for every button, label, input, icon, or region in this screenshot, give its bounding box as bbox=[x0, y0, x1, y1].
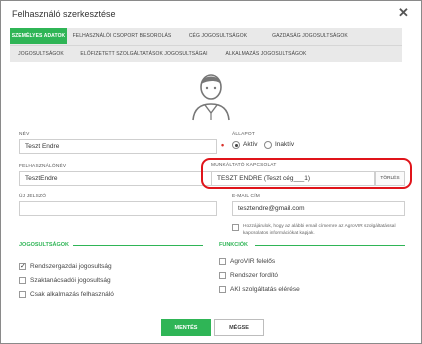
advisor-permission-label: Szaktanácsadói jogosultság bbox=[30, 277, 111, 284]
tab-user-group[interactable]: Felhasználói csoport besorolás bbox=[69, 28, 175, 44]
dialog-title: Felhasználó szerkesztése bbox=[12, 9, 116, 19]
user-avatar-icon bbox=[192, 74, 230, 121]
tab-farm-permissions[interactable]: Gazdaság jogosultságok bbox=[262, 28, 358, 44]
password-label: Új jelszó bbox=[19, 194, 47, 199]
agrovir-responsible-label: AgroVIR felelős bbox=[230, 258, 276, 265]
status-active-radio[interactable] bbox=[232, 141, 240, 149]
cancel-button[interactable]: Mégse bbox=[214, 319, 264, 336]
admin-permission-checkbox[interactable]: ✓ bbox=[19, 263, 26, 270]
system-translator-checkbox[interactable] bbox=[219, 272, 226, 279]
permissions-section-title: Jogosultságok bbox=[19, 242, 70, 248]
tab-personal-data[interactable]: Személyes adatok bbox=[10, 28, 67, 44]
username-label: Felhasználónév bbox=[19, 164, 67, 169]
aki-service-label: AKI szolgáltatás elérése bbox=[230, 286, 300, 293]
status-active-label: Aktív bbox=[243, 141, 258, 148]
email-label: E-mail cím bbox=[232, 194, 260, 199]
app-user-label: Csak alkalmazás felhasználó bbox=[30, 291, 114, 298]
password-field[interactable] bbox=[19, 201, 217, 216]
tab-app-permissions[interactable]: Alkalmazás jogosultságok bbox=[218, 46, 314, 62]
consent-checkbox[interactable] bbox=[232, 224, 239, 231]
close-icon[interactable]: ✕ bbox=[398, 6, 409, 19]
consent-text: Hozzájárulok, hogy az alábbi email címem… bbox=[243, 224, 396, 236]
username-field[interactable]: TesztEndre bbox=[19, 171, 217, 186]
permissions-section-line bbox=[73, 245, 203, 246]
functions-section-title: Funkciók bbox=[219, 242, 249, 248]
agrovir-responsible-checkbox[interactable] bbox=[219, 258, 226, 265]
functions-section-line bbox=[255, 245, 405, 246]
tab-subscription-permissions[interactable]: Előfizetett szolgáltatások jogosultságai bbox=[76, 46, 212, 62]
name-field[interactable]: Teszt Endre bbox=[19, 139, 217, 154]
advisor-permission-checkbox[interactable] bbox=[19, 277, 26, 284]
employer-highlight bbox=[201, 158, 412, 189]
aki-service-checkbox[interactable] bbox=[219, 286, 226, 293]
tab-permissions[interactable]: Jogosultságok bbox=[10, 46, 72, 62]
name-label: Név bbox=[19, 132, 30, 137]
name-required-marker: • bbox=[221, 140, 225, 150]
save-button[interactable]: Mentés bbox=[161, 319, 211, 336]
status-inactive-radio[interactable] bbox=[264, 141, 272, 149]
tab-company-permissions[interactable]: Cég jogosultságok bbox=[182, 28, 254, 44]
status-inactive-label: Inaktív bbox=[275, 141, 295, 148]
system-translator-label: Rendszer fordító bbox=[230, 272, 279, 279]
edit-user-dialog: Felhasználó szerkesztése ✕ Személyes ada… bbox=[0, 0, 422, 344]
status-label: Állapot bbox=[232, 132, 255, 137]
admin-permission-label: Rendszergazdai jogosultság bbox=[30, 263, 112, 270]
tab-bar: Személyes adatok Felhasználói csoport be… bbox=[10, 28, 402, 62]
email-field[interactable]: tesztendre@gmail.com bbox=[232, 201, 405, 216]
app-user-checkbox[interactable] bbox=[19, 291, 26, 298]
